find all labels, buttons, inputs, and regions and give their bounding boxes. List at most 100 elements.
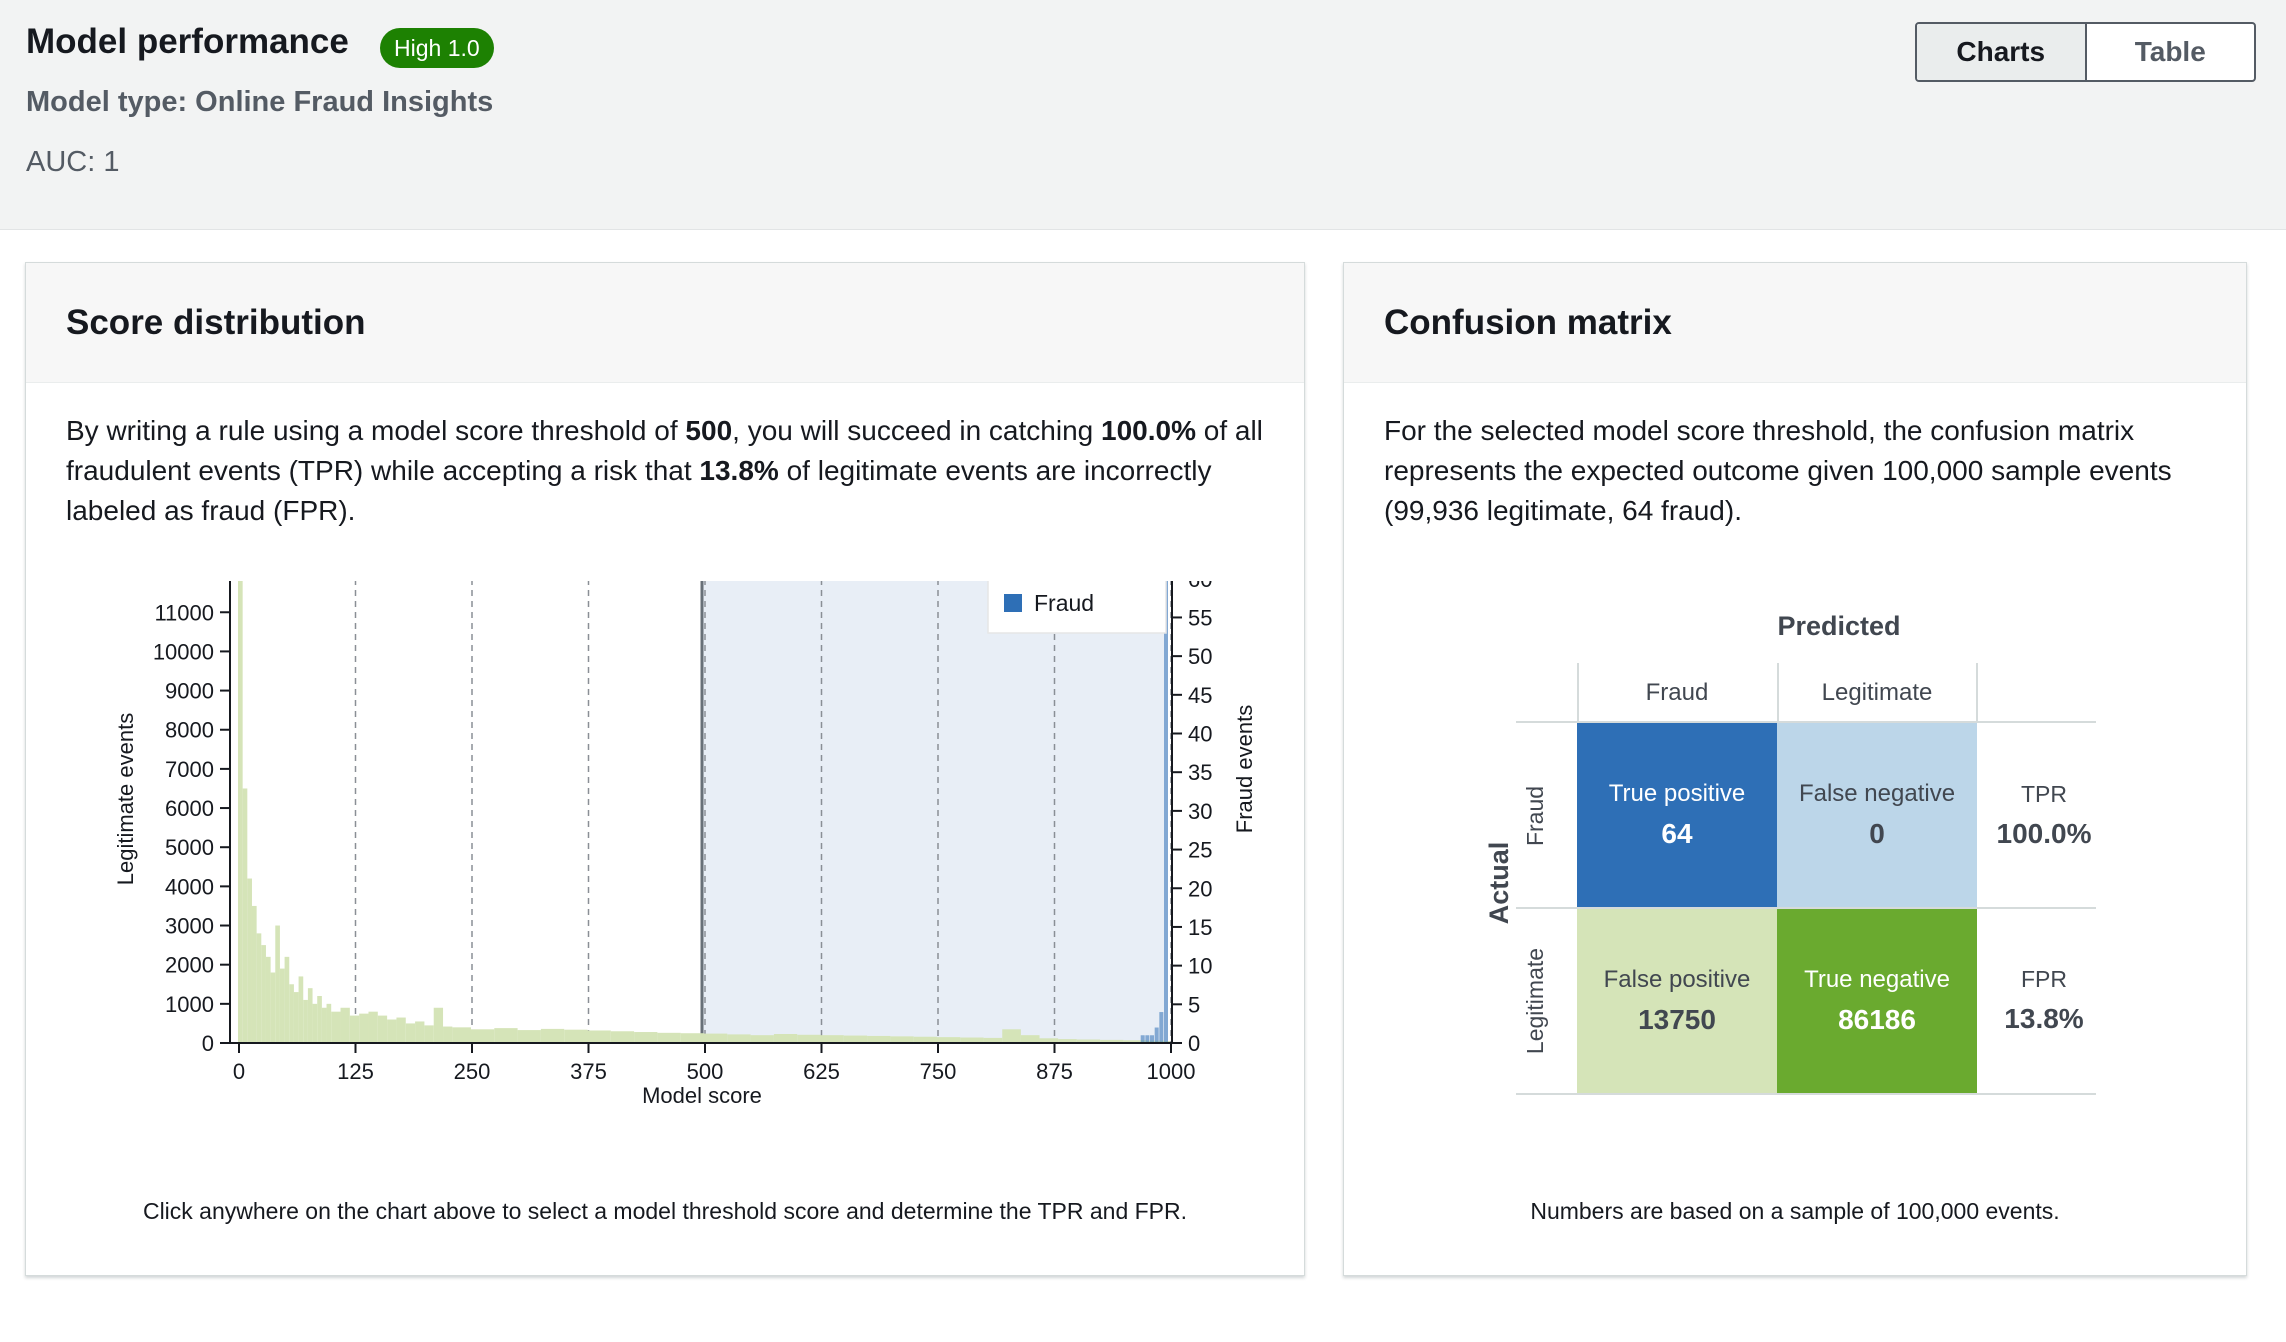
fraud-bar <box>1145 1035 1150 1043</box>
chart-instruction: Click anywhere on the chart above to sel… <box>142 1198 1188 1224</box>
legitimate-bar <box>251 905 257 1043</box>
legitimate-bar <box>247 878 252 1043</box>
legitimate-bar <box>1020 1035 1040 1043</box>
legitimate-bar <box>843 1035 868 1043</box>
legitimate-bar <box>680 1033 704 1043</box>
y2-tick-label: 0 <box>1188 1031 1200 1056</box>
row-header-legitimate: Legitimate <box>1522 947 1548 1055</box>
y-tick-label: 9000 <box>165 679 214 704</box>
legitimate-bar <box>727 1034 751 1043</box>
y-tick-label: 12000 <box>153 581 214 586</box>
y2-tick-label: 20 <box>1188 876 1212 901</box>
legitimate-bar <box>238 581 243 1043</box>
legitimate-bar <box>265 956 271 1043</box>
view-toggle: Charts Table <box>1915 22 2256 82</box>
false-negative-label: False negative <box>1798 780 1956 807</box>
charts-toggle-button[interactable]: Charts <box>1917 24 2087 80</box>
legitimate-bar <box>321 1007 327 1043</box>
legitimate-bar <box>293 992 299 1043</box>
desc-fpr: 13.8% <box>699 455 779 486</box>
y-tick-label: 11000 <box>154 600 214 625</box>
fraud-bar <box>1154 1027 1159 1043</box>
false-positive-cell: False positive 13750 <box>1577 909 1777 1093</box>
y-tick-label: 3000 <box>165 914 214 939</box>
true-positive-cell: True positive 64 <box>1577 723 1777 907</box>
score-panel-title: Score distribution <box>66 303 366 342</box>
fraud-bar <box>1140 1035 1145 1043</box>
legitimate-bar <box>820 1035 844 1043</box>
legitimate-bar <box>303 999 308 1043</box>
legitimate-bar <box>387 1019 397 1043</box>
desc-text-1: By writing a rule using a model score th… <box>66 415 686 446</box>
model-type-text: Model type: Online Fraud Insights <box>26 86 494 118</box>
y2-tick-label: 30 <box>1188 799 1212 824</box>
y-tick-label: 8000 <box>165 718 214 743</box>
y-tick-label: 4000 <box>165 874 214 899</box>
confusion-matrix-panel: Confusion matrix For the selected model … <box>1343 262 2247 1276</box>
legitimate-bar <box>471 1029 495 1043</box>
legitimate-bar <box>517 1030 541 1043</box>
y-tick-label: 0 <box>202 1031 214 1056</box>
desc-tpr: 100.0% <box>1101 415 1196 446</box>
legend-label-fraud: Fraud <box>1034 590 1094 616</box>
desc-threshold: 500 <box>685 415 733 446</box>
legitimate-bar <box>270 972 276 1043</box>
fraud-bar <box>1164 581 1168 1043</box>
fraud-bar <box>1159 1012 1164 1043</box>
actual-axis-label: Actual <box>1484 841 1514 925</box>
x-tick-label: 875 <box>1036 1059 1073 1084</box>
legitimate-bar <box>867 1035 891 1043</box>
y2-tick-label: 10 <box>1188 954 1212 979</box>
legitimate-bar <box>312 1003 318 1043</box>
legitimate-bar <box>279 968 285 1043</box>
y2-axis-label: Fraud events <box>1232 705 1256 833</box>
true-negative-label: True negative <box>1804 966 1950 993</box>
legitimate-bar <box>359 1013 369 1043</box>
page-title: Model performance <box>26 22 349 61</box>
legitimate-bar <box>368 1011 378 1043</box>
desc-text-2: , you will succeed in catching <box>732 415 1101 446</box>
y-tick-label: 10000 <box>153 639 214 664</box>
fraud-bar <box>1150 1035 1155 1043</box>
x-tick-label: 125 <box>337 1059 374 1084</box>
legitimate-bar <box>424 1025 434 1043</box>
legitimate-bar <box>396 1017 406 1043</box>
legitimate-bar <box>452 1027 471 1043</box>
legitimate-bar <box>443 1026 453 1043</box>
legitimate-bar <box>340 1007 350 1043</box>
y2-tick-label: 35 <box>1188 760 1212 785</box>
threshold-selection-area <box>702 581 1168 1043</box>
y-tick-label: 2000 <box>165 953 214 978</box>
legitimate-bar <box>704 1033 728 1043</box>
legitimate-bar <box>1002 1029 1021 1043</box>
legitimate-bar <box>494 1028 518 1043</box>
legitimate-bar <box>242 788 248 1043</box>
true-negative-value: 86186 <box>1838 1004 1916 1035</box>
false-positive-label: False positive <box>1603 966 1751 993</box>
x-tick-label: 250 <box>454 1059 491 1084</box>
true-negative-cell: True negative 86186 <box>1777 909 1977 1093</box>
legitimate-bar <box>331 1011 341 1043</box>
y-tick-label: 7000 <box>165 757 214 782</box>
legitimate-bar <box>317 996 322 1043</box>
legitimate-bar <box>405 1023 416 1043</box>
column-header-fraud: Fraud <box>1645 679 1709 706</box>
fpr-value: 13.8% <box>2004 1003 2084 1034</box>
fpr-label: FPR <box>2021 966 2067 992</box>
y2-tick-label: 60 <box>1188 581 1212 592</box>
legitimate-bar <box>349 1015 360 1043</box>
performance-badge: High 1.0 <box>380 28 494 68</box>
legitimate-bar <box>275 925 280 1043</box>
score-distribution-chart[interactable]: 0100020003000400050006000700080009000100… <box>56 581 1256 1181</box>
y-axis-label: Legitimate events <box>113 713 138 885</box>
x-tick-label: 625 <box>803 1059 840 1084</box>
legitimate-bar <box>657 1032 681 1043</box>
y2-tick-label: 15 <box>1188 915 1212 940</box>
legitimate-bar <box>540 1028 565 1043</box>
table-toggle-button[interactable]: Table <box>2087 24 2255 80</box>
confusion-matrix: Predicted Actual Fraud Legitimate Fraud … <box>1344 263 2246 1275</box>
legend-swatch-fraud <box>1004 594 1022 612</box>
legitimate-bar <box>377 1015 388 1043</box>
legitimate-bar <box>773 1033 798 1043</box>
grid-line <box>1516 1093 2096 1095</box>
